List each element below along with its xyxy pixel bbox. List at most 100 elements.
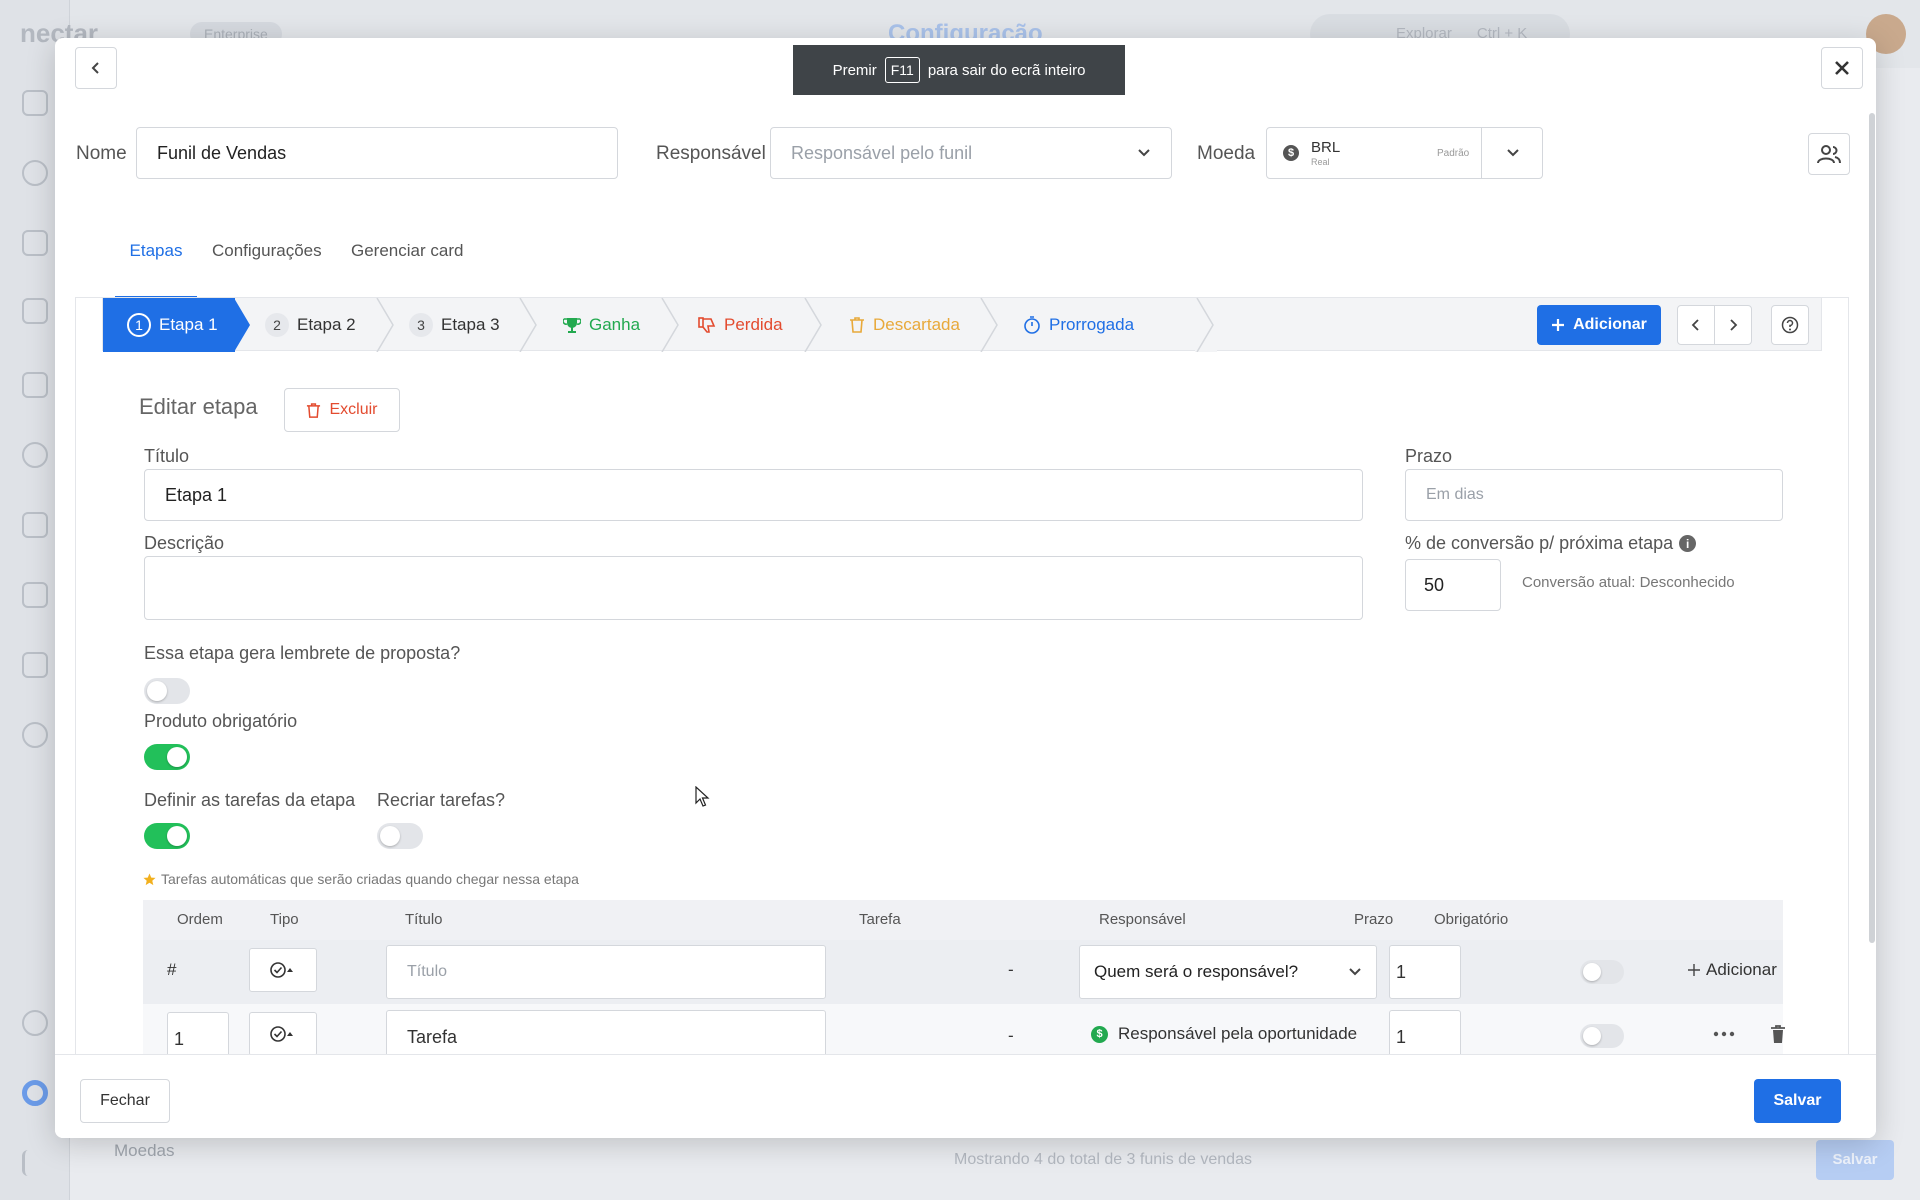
prazo-label: Prazo (1405, 446, 1453, 466)
th-ordem: Ordem (177, 911, 223, 928)
name-input[interactable]: Funil de Vendas (136, 127, 618, 179)
responsavel-placeholder: Responsável pelo funil (791, 142, 973, 163)
titulo-input[interactable]: Etapa 1 (144, 469, 1363, 521)
background-moedas-label: Moedas (114, 1141, 175, 1160)
produto-label: Produto obrigatório (144, 711, 298, 731)
stage-descartada[interactable]: Descartada (849, 298, 960, 352)
delete-task-icon[interactable] (1770, 1024, 1786, 1044)
new-task-order: # (167, 960, 177, 979)
task-tarefa: - (1008, 1026, 1014, 1045)
lembrete-toggle[interactable] (144, 678, 190, 704)
toast-prefix: Premir (832, 61, 877, 79)
produto-toggle[interactable] (144, 744, 190, 770)
stage-etapa-3[interactable]: 3 Etapa 3 (409, 298, 500, 352)
dashboard-icon (22, 90, 48, 116)
stage-label: Ganha (589, 315, 641, 334)
prazo-placeholder: Em dias (1426, 486, 1484, 503)
stage-separator (376, 298, 394, 352)
users-icon (1817, 145, 1841, 164)
prev-stage-button[interactable] (1677, 305, 1715, 345)
close-button[interactable] (1821, 47, 1863, 89)
conversao-label-text: % de conversão p/ próxima etapa (1405, 533, 1674, 553)
mouse-cursor-icon (695, 786, 710, 807)
save-button[interactable]: Salvar (1754, 1079, 1841, 1123)
tab-etapas[interactable]: Etapas (115, 218, 197, 299)
settings-gear-icon (22, 1080, 48, 1106)
plus-icon (1688, 964, 1700, 976)
next-stage-button[interactable] (1714, 305, 1752, 345)
new-task-title-input[interactable]: Título (386, 945, 826, 999)
help-icon (1781, 316, 1799, 334)
integrations-icon (22, 722, 48, 748)
responsavel-select[interactable]: Responsável pelo funil (770, 127, 1172, 179)
task-type-select[interactable] (249, 948, 317, 992)
task-obrigatorio-toggle[interactable] (1580, 1024, 1624, 1048)
info-icon[interactable]: i (1679, 535, 1697, 552)
more-options-icon[interactable] (1713, 1031, 1735, 1037)
toast-suffix: para sair do ecrã inteiro (927, 61, 1086, 79)
stage-perdida[interactable]: Perdida (698, 298, 783, 352)
recriar-toggle[interactable] (377, 823, 423, 849)
stage-etapa-2[interactable]: 2 Etapa 2 (265, 298, 356, 352)
conversao-atual: Conversão atual: Desconhecido (1522, 574, 1735, 591)
stage-etapa-1[interactable]: 1 Etapa 1 (103, 298, 235, 352)
opportunity-owner-icon: $ (1091, 1025, 1108, 1043)
chevron-down-icon (1507, 149, 1519, 157)
stage-label: Descartada (873, 315, 960, 334)
stage-separator (661, 298, 679, 352)
new-task-row: # Título - Quem será o responsável? 1 Ad… (143, 940, 1783, 1004)
task-prazo: 1 (1396, 1026, 1407, 1047)
help-button[interactable] (1771, 305, 1809, 345)
new-task-prazo-input[interactable]: 1 (1389, 945, 1461, 999)
th-obrigatorio: Obrigatório (1434, 911, 1509, 928)
th-tarefa: Tarefa (859, 911, 901, 928)
delete-label: Excluir (329, 401, 378, 418)
widgets-icon (22, 652, 48, 678)
prazo-input[interactable]: Em dias (1405, 469, 1783, 521)
new-task-responsavel-select[interactable]: Quem será o responsável? (1079, 945, 1377, 999)
responsavel-label: Responsável (656, 143, 766, 164)
back-button[interactable] (75, 47, 117, 89)
funnel-modal: Nome Funil de Vendas Responsável Respons… (55, 38, 1876, 1138)
add-task-label: Adicionar (1706, 960, 1777, 979)
descricao-textarea[interactable] (144, 556, 1363, 620)
stage-separator (1195, 298, 1217, 352)
add-stage-button[interactable]: Adicionar (1537, 305, 1661, 345)
conversao-value: 50 (1424, 574, 1445, 595)
stage-ganha[interactable]: Ganha (563, 298, 640, 352)
stage-number: 2 (265, 313, 289, 337)
new-task-obrigatorio-toggle[interactable] (1580, 960, 1624, 984)
task-type-select[interactable] (249, 1012, 317, 1056)
tasks-hint: Tarefas automáticas que serão criadas qu… (143, 871, 579, 887)
add-task-button[interactable]: Adicionar (1688, 960, 1777, 980)
th-titulo: Título (405, 911, 443, 928)
conversao-label: % de conversão p/ próxima etapa i (1405, 533, 1697, 554)
conversao-input[interactable]: 50 (1405, 559, 1501, 611)
new-task-tarefa: - (1008, 960, 1014, 979)
descricao-label: Descrição (144, 533, 225, 553)
moeda-select[interactable]: $ BRL Real Padrão (1266, 127, 1543, 179)
modal-scrollbar[interactable] (1869, 113, 1875, 943)
titulo-label: Título (144, 446, 190, 466)
team-button[interactable] (1808, 133, 1850, 175)
background-showing-text: Mostrando 4 do total de 3 funis de venda… (954, 1151, 1252, 1168)
fullscreen-toast: Premir F11 para sair do ecrã inteiro (793, 45, 1125, 95)
stage-prorrogada[interactable]: Prorrogada (1023, 298, 1134, 352)
stage-separator (804, 298, 822, 352)
chart-icon (22, 298, 48, 324)
chevron-down-icon (1138, 149, 1150, 157)
new-task-title-placeholder: Título (407, 963, 448, 980)
expand-sidebar-icon (22, 1150, 48, 1176)
tarefas-toggle[interactable] (144, 823, 190, 849)
task-responsavel-label: Responsável pela oportunidade (1118, 1024, 1358, 1043)
task-title: Tarefa (407, 1026, 458, 1047)
tab-gerenciar-card[interactable]: Gerenciar card (351, 218, 463, 299)
tab-configuracoes[interactable]: Configurações (212, 218, 322, 299)
titulo-value: Etapa 1 (165, 484, 228, 505)
trash-icon (307, 402, 321, 418)
stage-separator (980, 298, 998, 352)
close-modal-button[interactable]: Fechar (80, 1079, 170, 1123)
chevron-down-icon (1349, 968, 1361, 976)
delete-stage-button[interactable]: Excluir (284, 388, 400, 432)
stopwatch-icon (1024, 316, 1040, 334)
